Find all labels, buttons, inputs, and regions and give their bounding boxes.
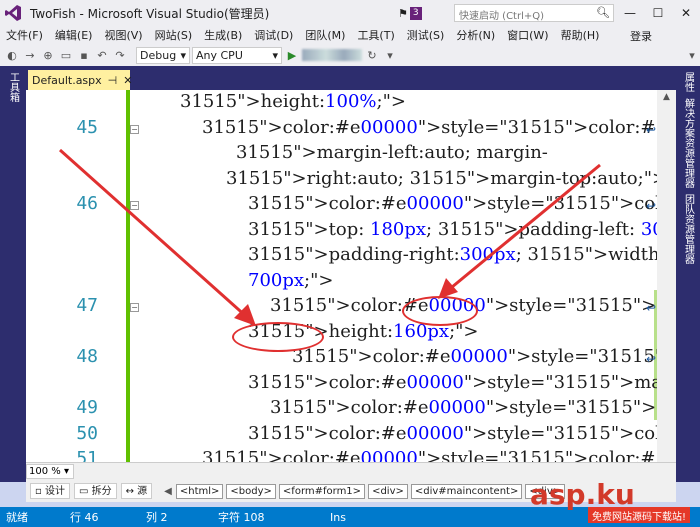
arrow-line-right	[445, 163, 601, 294]
highlight-width	[402, 296, 478, 326]
annotation-arrows	[59, 148, 601, 326]
highlight-height	[232, 322, 324, 352]
arrow-line-left	[59, 148, 249, 320]
watermark-subtitle: 免费网站源码下载站!	[588, 507, 691, 523]
